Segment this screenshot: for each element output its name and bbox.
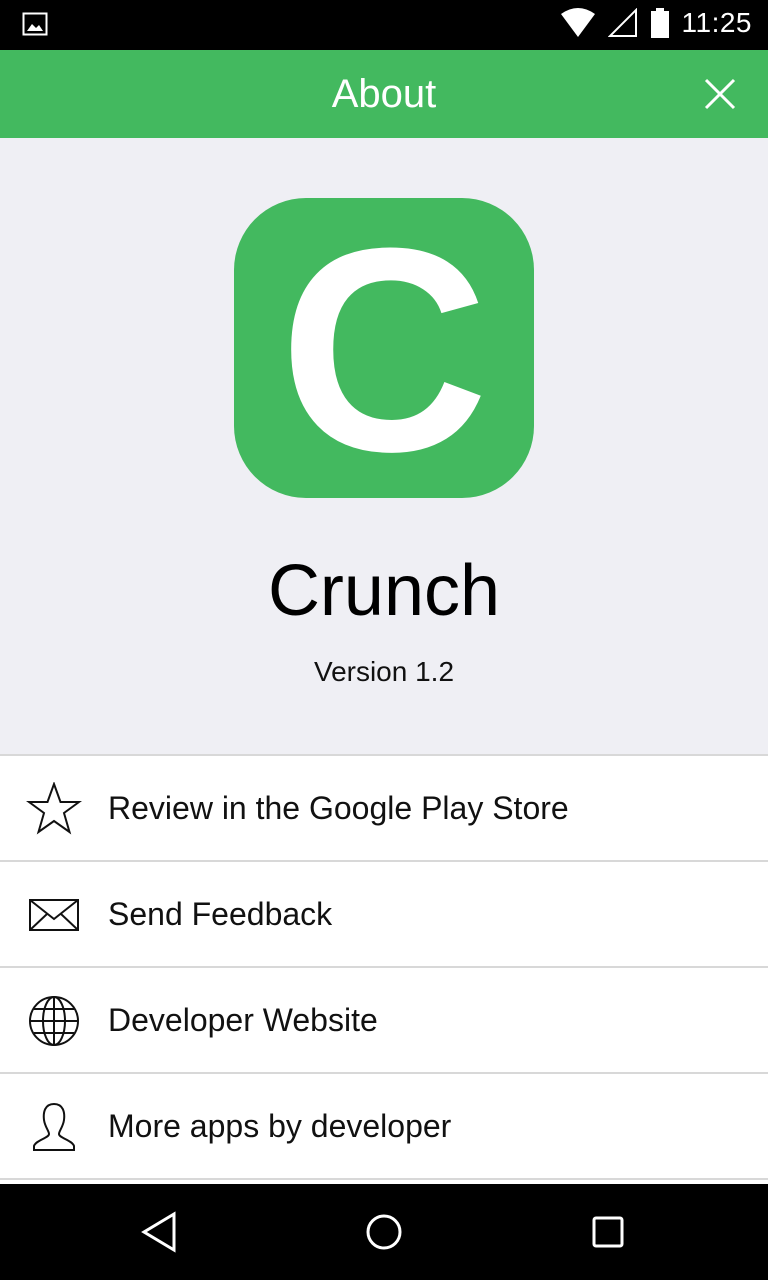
menu-item-website[interactable]: Developer Website — [0, 968, 768, 1074]
app-name: Crunch — [267, 551, 501, 631]
status-icons: 11:25 — [560, 7, 753, 39]
status-time: 11:25 — [681, 7, 752, 38]
star-icon — [26, 782, 82, 835]
menu-item-more-apps[interactable]: More apps by developer — [0, 1074, 768, 1180]
app-logo-letter: C — [279, 188, 488, 512]
menu-item-review[interactable]: Review in the Google Play Store — [0, 756, 768, 862]
menu-item-label: Send Feedback — [108, 896, 333, 932]
signal-icon — [607, 8, 637, 37]
app-bar: About — [0, 50, 768, 138]
mail-icon — [29, 899, 79, 931]
wifi-icon — [560, 8, 595, 37]
page-title: About — [331, 72, 437, 116]
menu-item-label: More apps by developer — [108, 1108, 452, 1144]
person-icon — [33, 1102, 75, 1151]
battery-icon — [650, 8, 669, 38]
globe-icon — [29, 996, 79, 1046]
recents-icon[interactable] — [584, 1208, 632, 1256]
back-icon[interactable] — [136, 1208, 184, 1256]
system-nav-bar — [0, 1184, 768, 1280]
menu-item-label: Review in the Google Play Store — [108, 790, 569, 826]
about-menu-list: Review in the Google Play Store Send Fee… — [0, 754, 768, 1184]
svg-text:C: C — [279, 198, 488, 498]
menu-item-label: Developer Website — [108, 1002, 378, 1038]
app-logo: C — [234, 188, 534, 512]
app-version: Version 1.2 — [313, 656, 455, 687]
close-icon[interactable] — [698, 72, 742, 116]
image-notification-icon — [22, 12, 48, 36]
menu-item-feedback[interactable]: Send Feedback — [0, 862, 768, 968]
status-bar: 11:25 — [0, 0, 768, 50]
about-hero: C Crunch Version 1.2 — [0, 138, 768, 754]
home-icon[interactable] — [360, 1208, 408, 1256]
